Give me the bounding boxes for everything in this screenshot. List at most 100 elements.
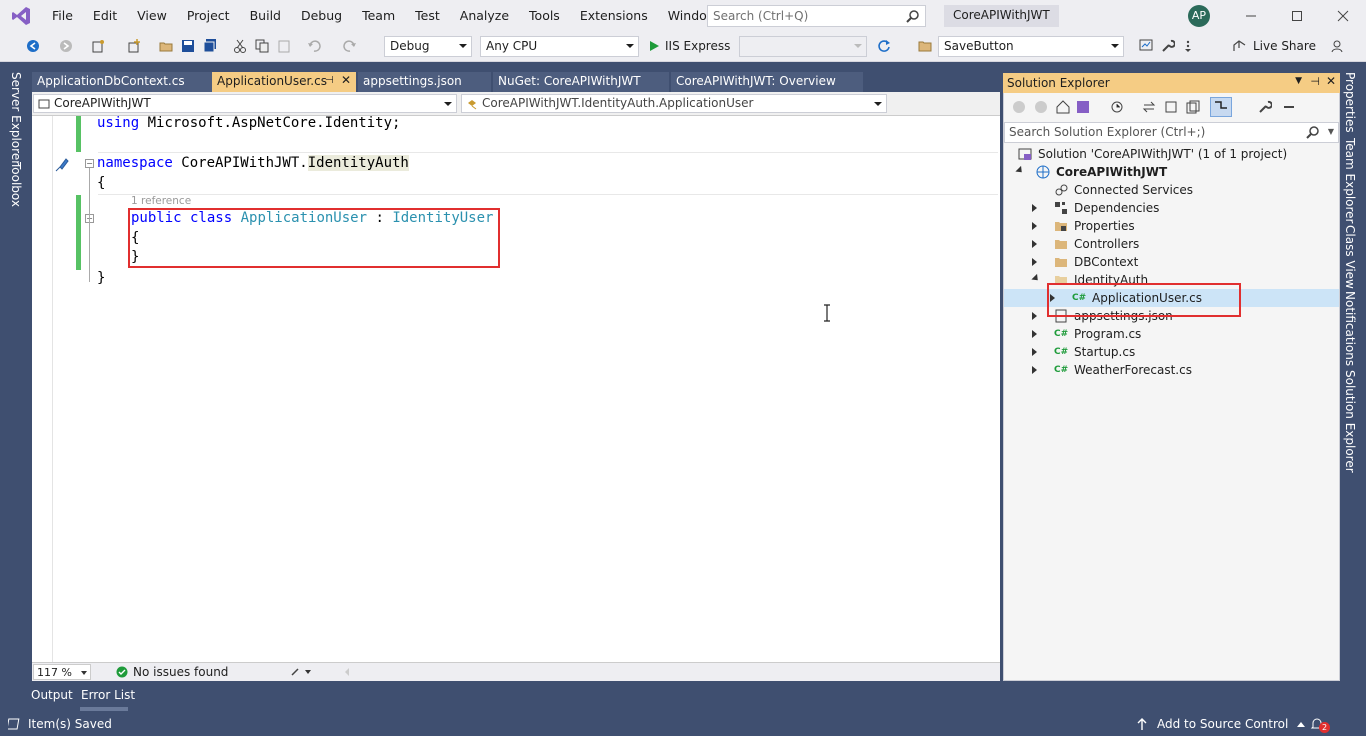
configuration-select[interactable]: Debug xyxy=(384,36,472,57)
properties-tab[interactable]: Properties xyxy=(1343,72,1357,133)
home-icon[interactable] xyxy=(1056,100,1070,117)
visual-studio-logo-icon[interactable] xyxy=(0,0,42,32)
forward-nav-icon[interactable] xyxy=(58,38,74,54)
tree-item-dependencies[interactable]: Dependencies xyxy=(1004,199,1339,217)
tree-item-project[interactable]: CoreAPIWithJWT xyxy=(1004,163,1339,181)
close-tab-icon[interactable]: ✕ xyxy=(341,73,351,87)
menu-analyze[interactable]: Analyze xyxy=(450,0,519,32)
toolbar-overflow-icon[interactable] xyxy=(1180,38,1196,54)
maximize-icon[interactable] xyxy=(1274,0,1320,32)
notifications-tab[interactable]: Notifications xyxy=(1343,291,1357,366)
panel-menu-icon[interactable]: ▼ xyxy=(1295,76,1302,86)
menu-build[interactable]: Build xyxy=(240,0,291,32)
project-nav-select[interactable]: CoreAPIWithJWT xyxy=(33,94,457,113)
refresh-icon[interactable] xyxy=(876,38,892,54)
save-all-icon[interactable] xyxy=(202,38,218,54)
menu-team[interactable]: Team xyxy=(352,0,405,32)
startup-item-select[interactable] xyxy=(739,36,867,57)
horizontal-scrollbar[interactable] xyxy=(342,666,996,678)
diagnostics-icon[interactable] xyxy=(1138,38,1154,54)
preview-selected-icon[interactable] xyxy=(1210,97,1232,117)
pin-panel-icon[interactable]: ⊣ xyxy=(1310,75,1320,88)
search-options-icon[interactable]: ▼ xyxy=(1328,127,1334,136)
show-all-files-icon[interactable] xyxy=(1186,100,1200,117)
codelens-references[interactable]: 1 reference xyxy=(131,195,191,207)
find-combo[interactable]: SaveButton xyxy=(938,36,1124,57)
avatar[interactable]: AP xyxy=(1188,5,1210,27)
save-icon[interactable] xyxy=(180,38,196,54)
se-back-icon[interactable] xyxy=(1012,100,1026,117)
code-cleanup-icon[interactable] xyxy=(290,665,314,682)
pin-icon[interactable]: ⊣ xyxy=(325,75,334,86)
add-source-control-button[interactable]: Add to Source Control xyxy=(1157,717,1306,731)
change-indicator xyxy=(76,116,81,152)
menu-debug[interactable]: Debug xyxy=(291,0,352,32)
member-nav-value: CoreAPIWithJWT.IdentityAuth.ApplicationU… xyxy=(482,96,754,110)
code-line-close-brace: } xyxy=(97,270,106,286)
brush-icon[interactable] xyxy=(54,157,70,176)
menu-test[interactable]: Test xyxy=(405,0,450,32)
zoom-select[interactable]: 117 % xyxy=(33,664,91,680)
server-explorer-tab[interactable]: Server Explorer xyxy=(9,72,23,165)
undo-icon[interactable] xyxy=(306,38,322,54)
output-tab[interactable]: Output xyxy=(31,688,73,702)
issues-label: No issues found xyxy=(133,665,229,679)
solution-search-input[interactable]: Search Solution Explorer (Ctrl+;) ▼ xyxy=(1004,122,1339,143)
menu-file[interactable]: File xyxy=(42,0,83,32)
tab-appsettings[interactable]: appsettings.json xyxy=(358,72,491,92)
wrench-icon[interactable] xyxy=(1160,38,1176,54)
se-forward-icon[interactable] xyxy=(1034,100,1048,117)
copy-icon[interactable] xyxy=(254,38,270,54)
tree-item-properties[interactable]: Properties xyxy=(1004,217,1339,235)
find-in-files-icon[interactable] xyxy=(918,38,934,54)
code-line-open-brace: { xyxy=(97,175,106,191)
sync-icon[interactable] xyxy=(1142,100,1156,117)
switch-views-icon[interactable] xyxy=(1076,100,1090,117)
minimize-icon[interactable] xyxy=(1228,0,1274,32)
class-view-tab[interactable]: Class View xyxy=(1343,225,1357,289)
close-panel-icon[interactable]: ✕ xyxy=(1326,74,1336,88)
pending-changes-icon[interactable] xyxy=(1110,100,1124,117)
back-nav-icon[interactable] xyxy=(25,38,41,54)
menu-edit[interactable]: Edit xyxy=(83,0,127,32)
tab-nuget[interactable]: NuGet: CoreAPIWithJWT xyxy=(493,72,669,92)
tab-applicationuser[interactable]: ApplicationUser.cs ⊣ ✕ xyxy=(212,72,356,92)
tree-item-startup[interactable]: C# Startup.cs xyxy=(1004,343,1339,361)
tree-item-dbcontext[interactable]: DBContext xyxy=(1004,253,1339,271)
toolbox-tab[interactable]: Toolbox xyxy=(9,162,23,207)
tree-item-program[interactable]: C# Program.cs xyxy=(1004,325,1339,343)
up-arrow-icon xyxy=(1136,717,1148,734)
quick-search-input[interactable]: Search (Ctrl+Q) xyxy=(707,5,926,27)
cut-icon[interactable] xyxy=(232,38,248,54)
menu-extensions[interactable]: Extensions xyxy=(570,0,658,32)
solution-explorer-side-tab[interactable]: Solution Explorer xyxy=(1343,370,1357,473)
team-explorer-tab[interactable]: Team Explorer xyxy=(1343,138,1357,224)
menu-project[interactable]: Project xyxy=(177,0,240,32)
platform-select[interactable]: Any CPU xyxy=(480,36,639,57)
minus-icon[interactable] xyxy=(1282,100,1296,117)
open-folder-icon[interactable] xyxy=(158,38,174,54)
menu-tools[interactable]: Tools xyxy=(519,0,570,32)
properties-wrench-icon[interactable] xyxy=(1258,100,1273,117)
redo-icon[interactable] xyxy=(342,38,358,54)
tree-item-weatherforecast[interactable]: C# WeatherForecast.cs xyxy=(1004,361,1339,379)
error-list-tab[interactable]: Error List xyxy=(81,688,135,702)
menu-view[interactable]: View xyxy=(127,0,177,32)
live-share-button[interactable]: Live Share xyxy=(1232,39,1316,53)
member-nav-select[interactable]: CoreAPIWithJWT.IdentityAuth.ApplicationU… xyxy=(461,94,887,113)
issues-indicator[interactable]: No issues found xyxy=(116,665,228,679)
tab-overview[interactable]: CoreAPIWithJWT: Overview xyxy=(671,72,863,92)
tab-applicationdbcontext[interactable]: ApplicationDbContext.cs xyxy=(32,72,212,92)
paste-icon[interactable] xyxy=(276,38,292,54)
close-window-icon[interactable] xyxy=(1320,0,1366,32)
collapse-all-icon[interactable] xyxy=(1164,100,1178,117)
new-project-icon[interactable] xyxy=(90,38,106,54)
feedback-icon[interactable] xyxy=(1330,38,1346,54)
tree-item-connected-services[interactable]: Connected Services xyxy=(1004,181,1339,199)
tree-item-controllers[interactable]: Controllers xyxy=(1004,235,1339,253)
tree-item-solution[interactable]: Solution 'CoreAPIWithJWT' (1 of 1 projec… xyxy=(1004,145,1339,163)
collapse-namespace-icon[interactable]: − xyxy=(85,159,94,168)
run-button[interactable]: IIS Express xyxy=(648,38,748,54)
project-nav-value: CoreAPIWithJWT xyxy=(54,96,151,110)
add-item-icon[interactable] xyxy=(126,38,142,54)
